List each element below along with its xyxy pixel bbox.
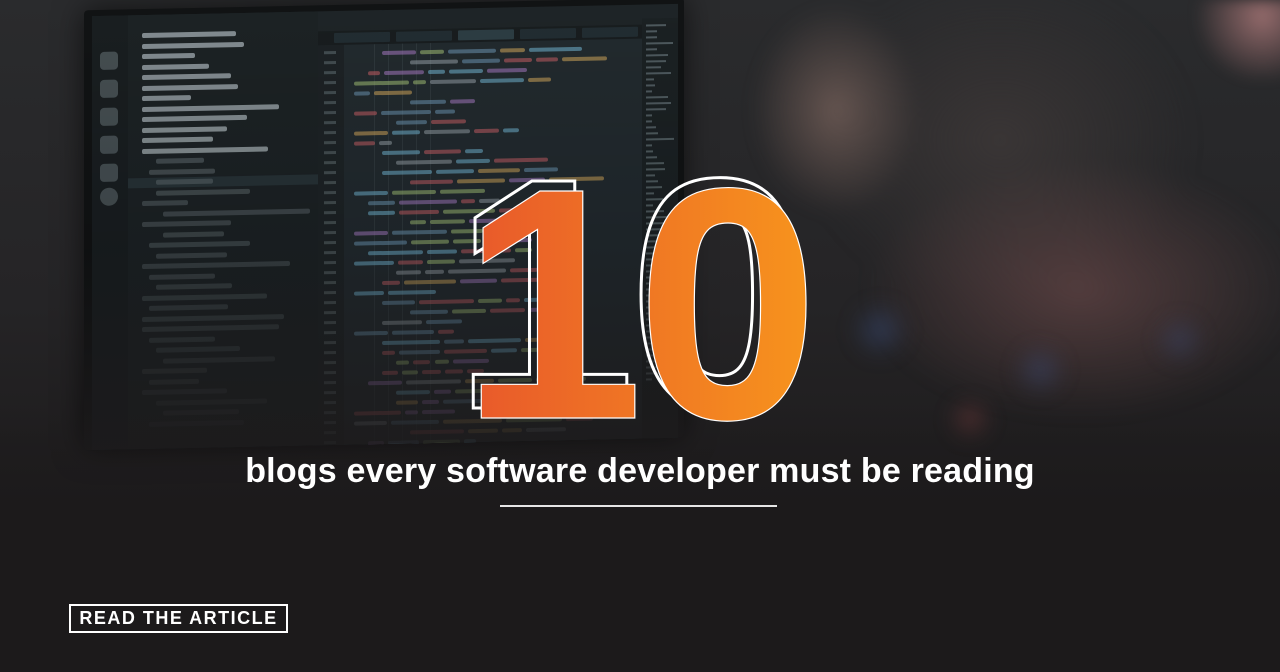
hero-number: 10 10 bbox=[451, 108, 820, 489]
tagline-underline bbox=[500, 505, 777, 507]
read-article-button[interactable]: READ THE ARTICLE bbox=[69, 604, 288, 633]
background-light-glow bbox=[1190, 0, 1280, 80]
hero-number-fill: 10 bbox=[460, 119, 811, 488]
hero-tagline: blogs every software developer must be r… bbox=[245, 452, 1035, 490]
